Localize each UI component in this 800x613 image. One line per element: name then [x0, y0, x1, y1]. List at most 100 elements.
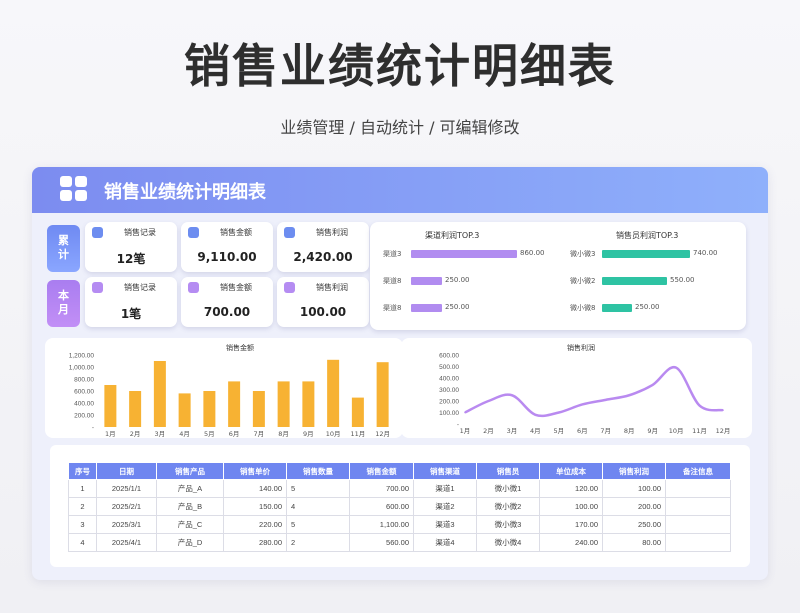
kpi-card: 销售金额 700.00 — [181, 277, 273, 327]
column-header: 销售数量 — [286, 462, 350, 480]
table-cell[interactable]: 1,100.00 — [349, 515, 414, 534]
table-cell[interactable]: 220.00 — [223, 515, 287, 534]
bar-mark — [129, 391, 142, 427]
x-tick-label: 8月 — [624, 427, 635, 435]
top3-value: 250.00 — [635, 303, 660, 311]
x-tick-label: 10月 — [669, 427, 684, 435]
table-cell[interactable]: 250.00 — [602, 515, 666, 534]
banner: 销售业绩统计明细表 — [32, 167, 768, 213]
top3-value: 250.00 — [445, 276, 470, 284]
y-tick-label: 500.00 — [439, 364, 459, 371]
table-cell[interactable] — [665, 479, 731, 498]
table-cell[interactable]: 140.00 — [223, 479, 287, 498]
table-cell[interactable]: 240.00 — [539, 533, 603, 552]
top3-name: 微小微2 — [570, 277, 596, 285]
top3-name: 渠道8 — [383, 304, 402, 312]
table-cell[interactable]: 2025/1/1 — [96, 479, 157, 498]
table-cell[interactable]: 产品_A — [156, 479, 224, 498]
table-cell[interactable]: 80.00 — [602, 533, 666, 552]
table-cell[interactable]: 微小微3 — [476, 515, 540, 534]
table-cell[interactable]: 170.00 — [539, 515, 603, 534]
x-tick-label: 10月 — [326, 430, 341, 438]
table-cell[interactable]: 560.00 — [349, 533, 414, 552]
table-cell[interactable]: 700.00 — [349, 479, 414, 498]
table-cell[interactable]: 渠道4 — [413, 533, 477, 552]
column-header: 销售单价 — [223, 462, 287, 480]
top3-row: 微小微2 550.00 — [570, 276, 740, 286]
kpi-value: 12笔 — [116, 252, 146, 266]
line-series — [464, 365, 724, 418]
image-icon — [188, 282, 199, 293]
y-tick-label: - — [457, 422, 459, 429]
column-header: 序号 — [68, 462, 97, 480]
table-cell[interactable]: 微小微4 — [476, 533, 540, 552]
table-cell[interactable] — [665, 533, 731, 552]
table-cell[interactable]: 120.00 — [539, 479, 603, 498]
table-cell[interactable]: 1 — [68, 479, 97, 498]
column-header: 销售利润 — [602, 462, 666, 480]
y-tick-label: - — [92, 425, 94, 432]
top3-bar — [411, 250, 517, 258]
dashboard-card: 销售业绩统计明细表 累计 本月 销售记录 12笔 销售金额 9,110.00 销售利润 2… — [32, 167, 768, 580]
table-cell[interactable]: 2 — [68, 497, 97, 516]
kpi-card: 销售记录 1笔 — [85, 277, 177, 327]
table-cell[interactable]: 200.00 — [602, 497, 666, 516]
line-point — [487, 400, 490, 402]
kpi-label: 销售利润 — [316, 228, 348, 237]
table-cell[interactable]: 600.00 — [349, 497, 414, 516]
kpi-card: 销售利润 2,420.00 — [277, 222, 369, 272]
sales-amount-chart-panel: 销售金额 - 200.00 400.00 600.00 800.00 1,000.00 1,2… — [45, 338, 403, 438]
line-point — [604, 399, 607, 401]
table-cell[interactable]: 产品_C — [156, 515, 224, 534]
x-tick-label: 4月 — [179, 430, 190, 438]
x-tick-label: 12月 — [716, 427, 731, 435]
table-cell[interactable] — [665, 515, 731, 534]
x-tick-label: 9月 — [303, 430, 314, 438]
x-tick-label: 11月 — [350, 430, 365, 438]
table-cell[interactable]: 5 — [286, 479, 350, 498]
x-tick-label: 9月 — [647, 427, 658, 435]
table-cell[interactable]: 4 — [286, 497, 350, 516]
bar-mark — [376, 362, 389, 427]
table-cell[interactable]: 2 — [286, 533, 350, 552]
x-tick-label: 12月 — [375, 430, 390, 438]
table-cell[interactable]: 280.00 — [223, 533, 287, 552]
table-cell[interactable]: 微小微2 — [476, 497, 540, 516]
bar-mark — [178, 393, 191, 427]
x-tick-label: 5月 — [204, 430, 215, 438]
y-tick-label: 400.00 — [74, 401, 94, 408]
table-cell[interactable]: 100.00 — [539, 497, 603, 516]
y-tick-label: 1,000.00 — [69, 365, 95, 372]
table-cell[interactable]: 产品_B — [156, 497, 224, 516]
column-header: 销售产品 — [156, 462, 224, 480]
table-cell[interactable]: 150.00 — [223, 497, 287, 516]
trend-icon — [188, 227, 199, 238]
top3-name: 渠道8 — [383, 277, 402, 285]
table-cell[interactable]: 5 — [286, 515, 350, 534]
top3-bar — [411, 277, 442, 285]
top3-row: 渠道8 250.00 — [383, 276, 553, 286]
top3-value: 860.00 — [520, 249, 545, 257]
kpi-value: 2,420.00 — [293, 250, 353, 264]
table-cell[interactable]: 微小微1 — [476, 479, 540, 498]
kpi-value: 1笔 — [120, 307, 142, 321]
bar-mark — [302, 381, 315, 427]
x-tick-label: 2月 — [483, 427, 494, 435]
table-cell[interactable] — [665, 497, 731, 516]
table-cell[interactable]: 3 — [68, 515, 97, 534]
table-cell[interactable]: 2025/3/1 — [96, 515, 157, 534]
y-tick-label: 300.00 — [439, 387, 459, 394]
table-cell[interactable]: 100.00 — [602, 479, 666, 498]
table-cell[interactable]: 2025/2/1 — [96, 497, 157, 516]
y-tick-label: 1,200.00 — [69, 353, 95, 360]
table-cell[interactable]: 渠道3 — [413, 515, 477, 534]
line-point — [558, 411, 560, 414]
table-cell[interactable]: 4 — [68, 533, 97, 552]
sales-amount-chart: 销售金额 - 200.00 400.00 600.00 800.00 1,000.00 1,2… — [69, 343, 390, 438]
table-cell[interactable]: 2025/4/1 — [96, 533, 157, 552]
line-point — [675, 366, 677, 369]
table-cell[interactable]: 产品_D — [156, 533, 224, 552]
table-cell[interactable]: 渠道2 — [413, 497, 477, 516]
row-label-month: 本月 — [47, 280, 80, 327]
table-cell[interactable]: 渠道1 — [413, 479, 477, 498]
